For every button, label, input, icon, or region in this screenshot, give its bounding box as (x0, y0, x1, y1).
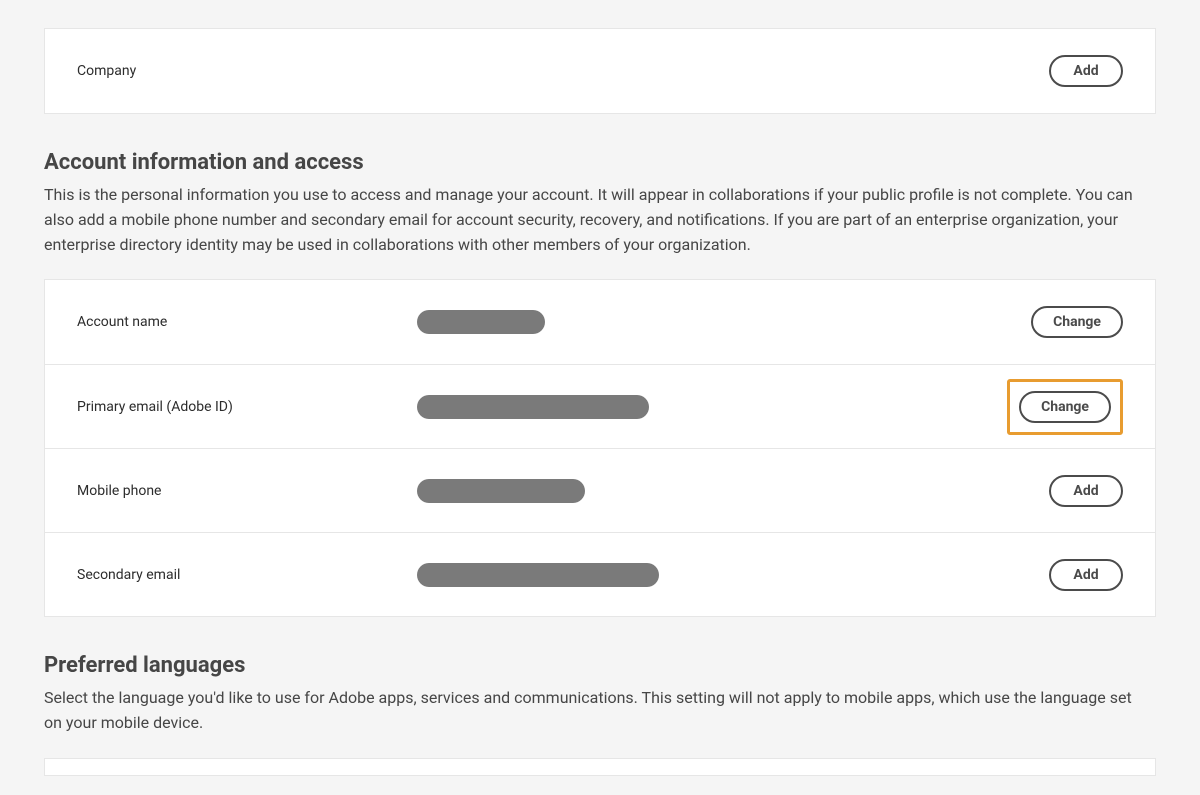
primary-email-label: Primary email (Adobe ID) (77, 399, 417, 415)
primary-email-change-button[interactable]: Change (1019, 391, 1111, 423)
languages-section-description: Select the language you'd like to use fo… (44, 686, 1144, 736)
company-label: Company (77, 63, 417, 79)
secondary-email-row: Secondary email Add (45, 532, 1155, 616)
company-add-button[interactable]: Add (1049, 55, 1123, 87)
languages-card-top (44, 758, 1156, 776)
primary-email-row: Primary email (Adobe ID) Change (45, 364, 1155, 448)
account-name-label: Account name (77, 314, 417, 330)
account-name-change-button[interactable]: Change (1031, 306, 1123, 338)
primary-email-redacted (417, 395, 649, 419)
company-card: Company Add (44, 28, 1156, 114)
account-section-description: This is the personal information you use… (44, 183, 1144, 257)
account-section-title: Account information and access (44, 150, 1156, 175)
mobile-phone-row: Mobile phone Add (45, 448, 1155, 532)
company-row: Company Add (45, 29, 1155, 113)
secondary-email-add-button[interactable]: Add (1049, 559, 1123, 591)
mobile-phone-add-button[interactable]: Add (1049, 475, 1123, 507)
primary-email-change-highlight: Change (1007, 379, 1123, 435)
account-name-row: Account name Change (45, 280, 1155, 364)
secondary-email-redacted (417, 563, 659, 587)
mobile-phone-label: Mobile phone (77, 483, 417, 499)
account-name-redacted (417, 310, 545, 334)
mobile-phone-redacted (417, 479, 585, 503)
account-info-card: Account name Change Primary email (Adobe… (44, 279, 1156, 617)
languages-section-title: Preferred languages (44, 653, 1156, 678)
secondary-email-label: Secondary email (77, 567, 417, 583)
